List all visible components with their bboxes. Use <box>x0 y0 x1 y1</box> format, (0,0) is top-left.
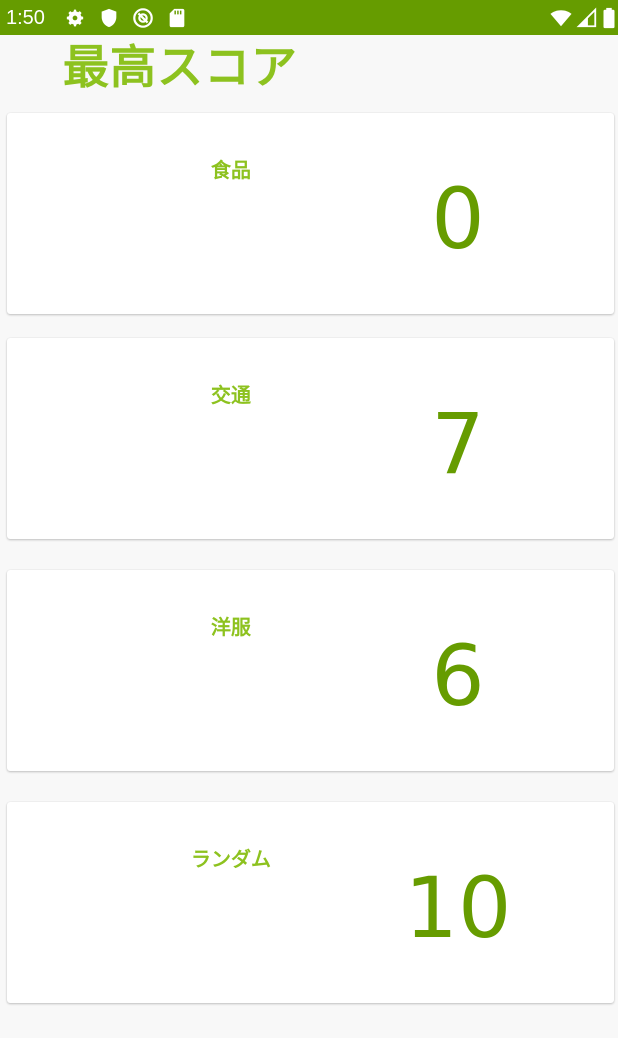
score-card-food[interactable]: 食品 0 <box>7 113 614 314</box>
sd-card-icon <box>166 7 188 29</box>
cell-signal-icon <box>576 7 598 29</box>
system-icons <box>550 7 616 29</box>
score-card-transport[interactable]: 交通 7 <box>7 338 614 539</box>
high-score-value: 7 <box>431 395 485 493</box>
high-score-value: 6 <box>431 627 485 725</box>
shield-icon <box>98 7 120 29</box>
category-label: ランダム <box>191 847 271 871</box>
wifi-icon <box>550 7 572 29</box>
page-title: 最高スコア <box>63 40 298 94</box>
high-score-value: 0 <box>431 170 485 268</box>
high-score-value: 10 <box>404 859 512 957</box>
category-label: 洋服 <box>211 615 251 639</box>
at-sign-icon <box>132 7 154 29</box>
gear-icon <box>64 7 86 29</box>
category-label: 食品 <box>211 158 251 182</box>
status-bar: 1:50 <box>0 0 618 35</box>
status-time: 1:50 <box>6 7 45 29</box>
notification-icons <box>64 7 188 29</box>
category-label: 交通 <box>211 383 251 407</box>
score-card-random[interactable]: ランダム 10 <box>7 802 614 1003</box>
score-card-clothes[interactable]: 洋服 6 <box>7 570 614 771</box>
battery-icon <box>602 7 616 29</box>
